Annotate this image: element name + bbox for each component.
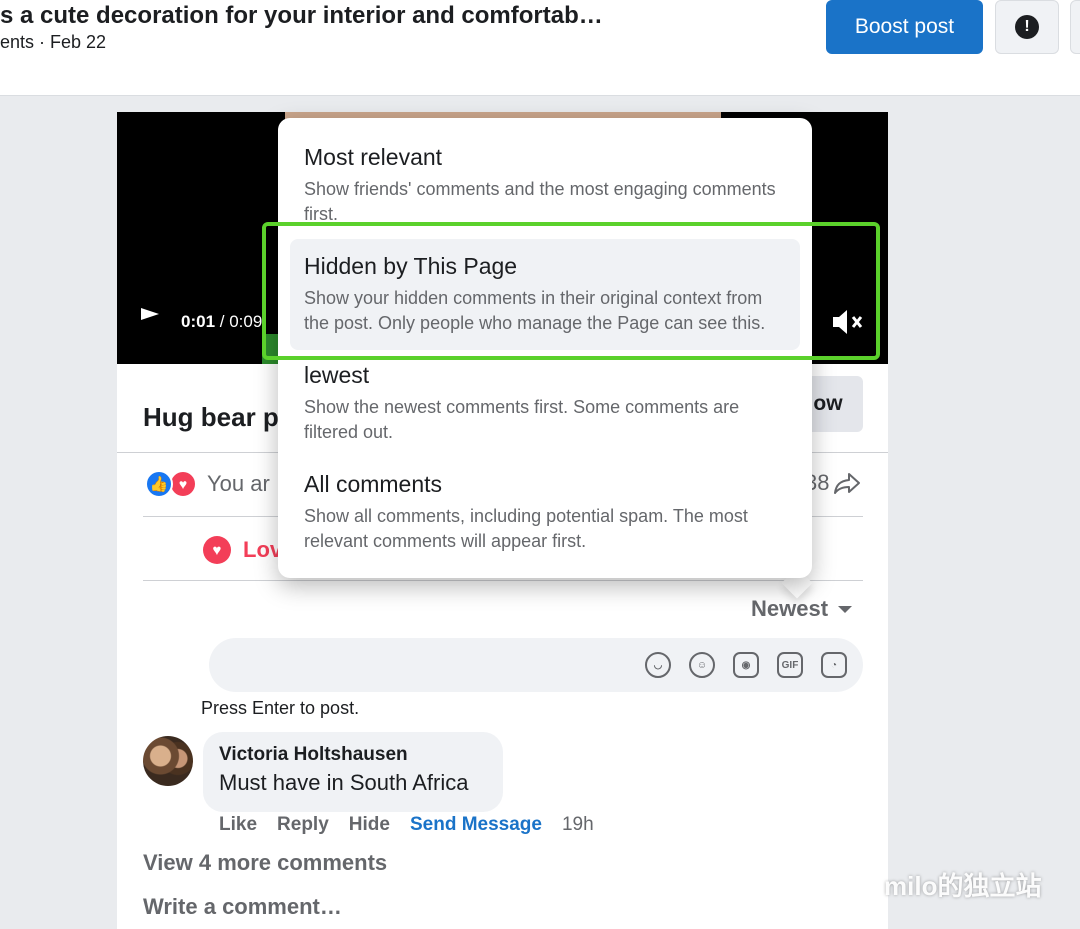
emoji-icon[interactable]: ☺: [689, 652, 715, 678]
comment-text: Must have in South Africa: [219, 770, 469, 795]
menu-item-description: Show all comments, including potential s…: [304, 506, 748, 551]
gif-icon[interactable]: GIF: [777, 652, 803, 678]
comment-sort-dropdown[interactable]: Newest: [751, 596, 853, 622]
boost-post-button[interactable]: Boost post: [826, 0, 983, 54]
menu-item-most-relevant[interactable]: Most relevant Show friends' comments and…: [290, 130, 800, 241]
comment-sort-menu: Most relevant Show friends' comments and…: [278, 118, 812, 578]
divider: [143, 580, 863, 581]
menu-item-title: Hidden by This Page: [304, 253, 518, 279]
love-icon: ♥: [203, 536, 231, 564]
report-button[interactable]: !: [995, 0, 1059, 54]
post-header: s a cute decoration for your interior an…: [0, 0, 1080, 96]
menu-item-title: lewest: [304, 362, 370, 388]
reactions-text: You ar: [207, 471, 270, 496]
comment-input[interactable]: ◡ ☺ ◉ GIF ◔: [209, 638, 863, 692]
avatar-sticker-icon[interactable]: ◡: [645, 652, 671, 678]
comment-actions: Like Reply Hide Send Message 19h: [219, 814, 594, 836]
menu-item-title: All comments: [304, 471, 443, 497]
post-meta: ents · Feb 22: [0, 32, 107, 52]
send-message-link[interactable]: Send Message: [410, 814, 542, 836]
sort-selected: Newest: [751, 596, 829, 621]
play-icon[interactable]: [141, 308, 159, 320]
video-time: 0:01 / 0:09: [181, 312, 262, 332]
mute-icon[interactable]: [829, 304, 865, 340]
menu-item-title: Most relevant: [304, 144, 443, 170]
love-button[interactable]: ♥ Lov: [203, 536, 282, 564]
menu-item-hidden-by-page[interactable]: Hidden by This Page Show your hidden com…: [290, 239, 800, 350]
share-icon: [834, 473, 861, 494]
current-time: 0:01: [181, 312, 216, 331]
view-more-comments-link[interactable]: View 4 more comments: [143, 850, 387, 876]
like-reaction-icon: 👍: [145, 470, 173, 498]
write-comment-link[interactable]: Write a comment…: [143, 894, 342, 920]
wechat-icon: [838, 870, 878, 899]
avatar[interactable]: [143, 736, 193, 786]
menu-item-description: Show your hidden comments in their origi…: [304, 288, 766, 333]
caret-down-icon: [838, 605, 853, 613]
menu-item-description: Show friends' comments and the most enga…: [304, 179, 776, 224]
menu-item-description: Show the newest comments first. Some com…: [304, 397, 740, 442]
watermark-text: milo的独立站: [884, 871, 1042, 901]
like-link[interactable]: Like: [219, 814, 257, 836]
press-enter-hint: Press Enter to post.: [201, 698, 360, 718]
post-title: s a cute decoration for your interior an…: [0, 2, 603, 29]
shares-count[interactable]: 38: [805, 470, 861, 496]
menu-item-newest[interactable]: lewest Show the newest comments first. S…: [290, 348, 800, 459]
alert-icon: !: [1015, 15, 1039, 39]
sticker-icon[interactable]: ◔: [821, 652, 847, 678]
reply-link[interactable]: Reply: [277, 814, 329, 836]
comment-author[interactable]: Victoria Holtshausen: [219, 744, 487, 766]
love-reaction-icon: ♥: [169, 470, 197, 498]
comment-tools: ◡ ☺ ◉ GIF ◔: [645, 652, 847, 678]
love-label: Lov: [243, 537, 283, 562]
comment-time[interactable]: 19h: [562, 814, 594, 836]
menu-item-all-comments[interactable]: All comments Show all comments, includin…: [290, 457, 800, 568]
hide-link[interactable]: Hide: [349, 814, 390, 836]
duration: / 0:09: [215, 312, 263, 331]
watermark: milo的独立站: [838, 866, 1041, 903]
reactions-summary[interactable]: 👍 ♥ You ar: [145, 470, 270, 498]
comment-bubble: Victoria Holtshausen Must have in South …: [203, 732, 503, 812]
more-button[interactable]: [1070, 0, 1080, 54]
post-name: Hug bear p: [143, 402, 279, 432]
camera-icon[interactable]: ◉: [733, 652, 759, 678]
